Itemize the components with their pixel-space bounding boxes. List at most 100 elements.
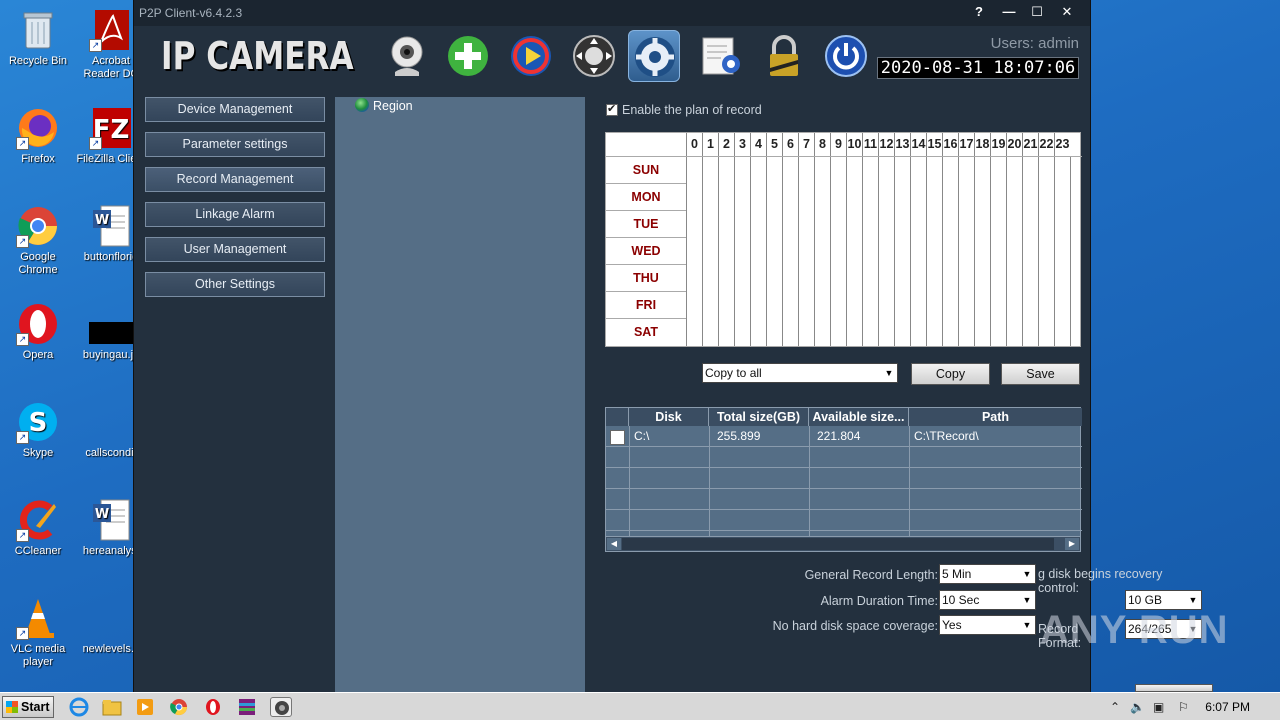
copy-target-select[interactable]: Copy to all ▼ [702, 363, 898, 383]
day-label: SAT [606, 318, 686, 345]
enable-record-label: Enable the plan of record [622, 103, 762, 117]
camera-preview-button[interactable] [381, 30, 433, 82]
p2p-client-taskbar-icon[interactable] [270, 697, 292, 717]
tray-clock[interactable]: 6:07 PM [1205, 700, 1250, 714]
minimize-button[interactable]: — [994, 2, 1024, 22]
lock-button[interactable] [758, 30, 810, 82]
globe-icon [355, 98, 369, 112]
day-label: FRI [606, 291, 686, 318]
copy-button[interactable]: Copy [911, 363, 990, 385]
horizontal-scrollbar[interactable]: ◀ ▶ [606, 536, 1080, 551]
anyrun-watermark: ANY RUN [1040, 608, 1229, 652]
table-header-path: Path [909, 408, 1082, 426]
add-device-button[interactable] [442, 30, 494, 82]
hour-header: 3 [734, 133, 750, 156]
icon-label: CCleaner [14, 545, 62, 557]
tree-node-label: Region [373, 99, 413, 113]
alarm-duration-value: 10 Sec [942, 593, 980, 607]
ccleaner-shortcut[interactable]: ↗ CCleaner [0, 498, 76, 558]
scroll-right-icon[interactable]: ▶ [1065, 538, 1079, 550]
volume-icon[interactable]: 🔈 [1130, 700, 1145, 714]
dropdown-arrow-icon: ▼ [884, 368, 894, 378]
schedule-cells[interactable] [686, 156, 1082, 346]
opera-shortcut[interactable]: ↗ Opera [0, 302, 76, 362]
media-player-taskbar-icon[interactable] [134, 697, 156, 717]
ptz-control-button[interactable] [568, 30, 620, 82]
record-schedule-grid[interactable]: 0 1 2 3 4 5 6 7 8 9 10 11 12 13 14 15 16 17 18 19 20 21 22 23 S… [605, 132, 1082, 347]
hour-header: 18 [974, 133, 990, 156]
firefox-shortcut[interactable]: ↗ Firefox [0, 106, 76, 166]
scroll-left-icon[interactable]: ◀ [607, 538, 621, 550]
scrollbar-thumb[interactable] [622, 538, 1054, 550]
alarm-duration-select[interactable]: 10 Sec ▼ [939, 590, 1036, 610]
enable-record-plan[interactable]: Enable the plan of record [606, 102, 762, 117]
hour-header: 21 [1022, 133, 1038, 156]
enable-record-checkbox[interactable] [606, 102, 618, 116]
svg-text:W: W [95, 507, 109, 522]
general-record-length-select[interactable]: 5 Min ▼ [939, 564, 1036, 584]
hour-header: 19 [990, 133, 1006, 156]
nav-other-settings[interactable]: Other Settings [145, 272, 325, 297]
winrar-taskbar-icon[interactable] [236, 697, 258, 717]
tray-expand-icon[interactable]: ⌃ [1110, 700, 1120, 714]
partial-button[interactable] [1135, 684, 1213, 692]
nav-linkage-alarm[interactable]: Linkage Alarm [145, 202, 325, 227]
taskbar: Start ⌃ 🔈 ▣ ⚐ 6:07 PM [0, 692, 1280, 720]
nav-device-management[interactable]: Device Management [145, 97, 325, 122]
vlc-shortcut[interactable]: ↗ VLC media player [0, 596, 76, 669]
day-label: THU [606, 264, 686, 291]
ie-taskbar-icon[interactable] [68, 697, 90, 717]
hour-header: 7 [798, 133, 814, 156]
skype-shortcut[interactable]: S ↗ Skype [0, 400, 76, 460]
ccleaner-icon: ↗ [16, 498, 60, 542]
hour-header: 10 [846, 133, 862, 156]
hour-header: 1 [702, 133, 718, 156]
icon-label: Skype [22, 447, 54, 459]
chrome-shortcut[interactable]: ↗ Google Chrome [0, 204, 76, 277]
svg-text:S: S [29, 408, 48, 438]
network-icon[interactable]: ▣ [1153, 700, 1164, 714]
save-button[interactable]: Save [1001, 363, 1080, 385]
nav-parameter-settings[interactable]: Parameter settings [145, 132, 325, 157]
chrome-taskbar-icon[interactable] [168, 697, 190, 717]
hour-header: 23 [1054, 133, 1070, 156]
nav-record-management[interactable]: Record Management [145, 167, 325, 192]
table-header-available: Available size... [809, 408, 909, 426]
app-logo: IP CAMERA [161, 34, 354, 78]
hour-header: 17 [958, 133, 974, 156]
help-button[interactable]: ? [964, 2, 994, 22]
nav-user-management[interactable]: User Management [145, 237, 325, 262]
start-label: Start [21, 700, 50, 714]
playback-button[interactable] [505, 30, 557, 82]
icon-label: VLC media player [10, 643, 66, 668]
tree-node-region[interactable]: Region [355, 98, 413, 113]
recycle-bin-icon[interactable]: Recycle Bin [0, 8, 76, 68]
hour-header: 12 [878, 133, 894, 156]
ptz-wheel-icon [573, 35, 615, 77]
explorer-taskbar-icon[interactable] [101, 697, 123, 717]
maximize-button[interactable]: ☐ [1022, 2, 1052, 22]
start-button[interactable]: Start [2, 696, 54, 718]
p2p-client-window: P2P Client-v6.4.2.3 ? — ☐ ✕ IP CAMERA Us… [133, 0, 1213, 692]
no-space-coverage-select[interactable]: Yes ▼ [939, 615, 1036, 635]
hour-header: 9 [830, 133, 846, 156]
opera-taskbar-icon[interactable] [202, 697, 224, 717]
word-document-icon: W [89, 498, 133, 542]
shortcut-arrow-icon: ↗ [16, 137, 29, 150]
close-button[interactable]: ✕ [1052, 2, 1082, 22]
day-label: TUE [606, 210, 686, 237]
settings-button[interactable] [628, 30, 680, 82]
image-file-icon [89, 302, 133, 346]
firefox-icon: ↗ [16, 106, 60, 150]
shortcut-arrow-icon: ↗ [16, 627, 29, 640]
table-header-total: Total size(GB) [709, 408, 809, 426]
log-button[interactable] [695, 30, 747, 82]
power-button[interactable] [820, 30, 872, 82]
action-center-flag-icon[interactable]: ⚐ [1178, 700, 1189, 714]
alarm-duration-label: Alarm Duration Time: [820, 594, 938, 608]
current-user: Users: admin [990, 35, 1079, 52]
disk-select-checkbox[interactable] [610, 430, 625, 445]
hour-header: 5 [766, 133, 782, 156]
shortcut-arrow-icon: ↗ [16, 431, 29, 444]
recovery-control-select[interactable]: 10 GB ▼ [1125, 590, 1202, 610]
